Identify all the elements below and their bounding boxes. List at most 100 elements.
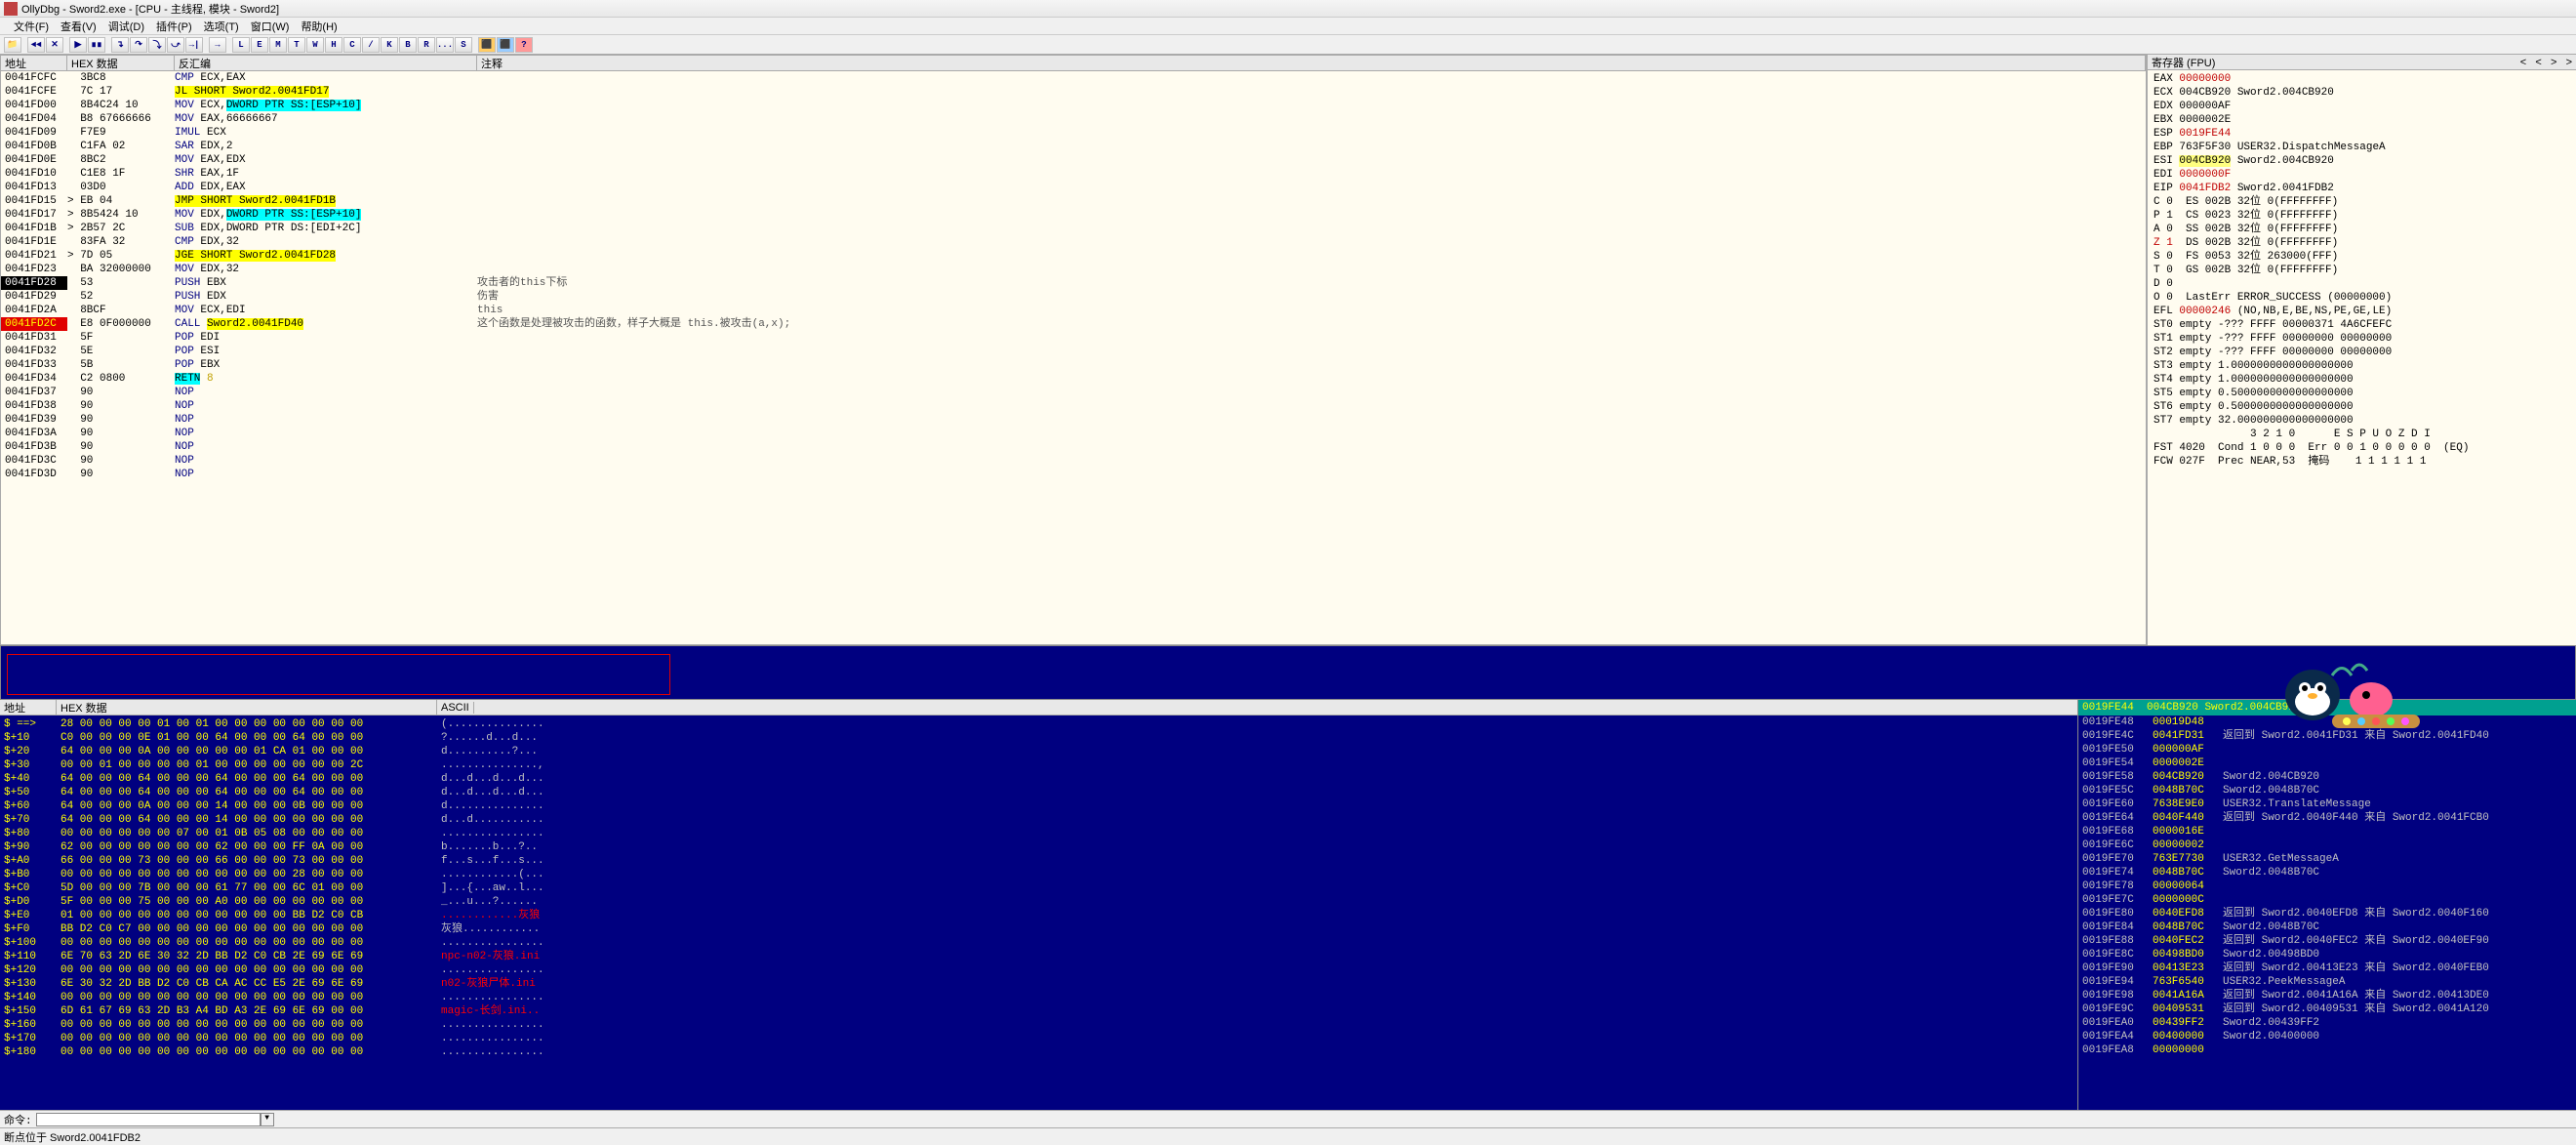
register-line[interactable]: ST5 empty 0.5000000000000000000 (2153, 387, 2570, 400)
disasm-row[interactable]: 0041FD0E 8BC2MOV EAX,EDX (1, 153, 2146, 167)
hex-row[interactable]: $+D05F 00 00 00 75 00 00 00 A0 00 00 00 … (4, 895, 2073, 909)
registers-body[interactable]: EAX 00000000ECX 004CB920 Sword2.004CB920… (2148, 70, 2576, 470)
hex-row[interactable]: $+1306E 30 32 2D BB D2 C0 CB CA AC CC E5… (4, 977, 2073, 991)
hex-row[interactable]: $ ==>28 00 00 00 00 01 00 01 00 00 00 00… (4, 717, 2073, 731)
disasm-row[interactable]: 0041FD10 C1E8 1FSHR EAX,1F (1, 167, 2146, 181)
hex-row[interactable]: $+E001 00 00 00 00 00 00 00 00 00 00 00 … (4, 909, 2073, 922)
register-line[interactable]: EDX 000000AF (2153, 100, 2570, 113)
tb-restart-icon[interactable]: ◄◄ (27, 37, 45, 53)
disasm-row[interactable]: 0041FD2C E8 0F000000CALL Sword2.0041FD40… (1, 317, 2146, 331)
tb-references[interactable]: R (418, 37, 435, 53)
hex-row[interactable]: $+3000 00 01 00 00 00 00 01 00 00 00 00 … (4, 758, 2073, 772)
hex-row[interactable]: $+A066 00 00 00 73 00 00 00 66 00 00 00 … (4, 854, 2073, 868)
stack-row[interactable]: 0019FE58004CB920Sword2.004CB920 (2082, 770, 2572, 784)
tb-cpu[interactable]: C (343, 37, 361, 53)
disasm-row[interactable]: 0041FD2A 8BCFMOV ECX,EDIthis (1, 304, 2146, 317)
hex-col-addr[interactable]: 地址 (0, 700, 57, 716)
stack-row[interactable]: 0019FEA800000000 (2082, 1043, 2572, 1057)
disasm-row[interactable]: 0041FD3C 90NOP (1, 454, 2146, 468)
disasm-row[interactable]: 0041FD29 52PUSH EDX伤害 (1, 290, 2146, 304)
disasm-row[interactable]: 0041FD32 5EPOP ESI (1, 345, 2146, 358)
hex-row[interactable]: $+4064 00 00 00 64 00 00 00 64 00 00 00 … (4, 772, 2073, 786)
register-line[interactable]: ST2 empty -??? FFFF 00000000 00000000 (2153, 346, 2570, 359)
register-line[interactable]: O 0 LastErr ERROR_SUCCESS (00000000) (2153, 291, 2570, 305)
register-line[interactable]: S 0 FS 0053 32位 263000(FFF) (2153, 250, 2570, 264)
register-line[interactable]: EBX 0000002E (2153, 113, 2570, 127)
stack-row[interactable]: 0019FE7C0000000C (2082, 893, 2572, 907)
stack-row[interactable]: 0019FE50000000AF (2082, 743, 2572, 757)
hex-row[interactable]: $+7064 00 00 00 64 00 00 00 14 00 00 00 … (4, 813, 2073, 827)
stack-row[interactable]: 0019FE5C0048B70CSword2.0048B70C (2082, 784, 2572, 797)
register-line[interactable]: D 0 (2153, 277, 2570, 291)
stack-row[interactable]: 0019FE640040F440返回到 Sword2.0040F440 来自 S… (2082, 811, 2572, 825)
stack-row[interactable]: 0019FEA400400000Sword2.00400000 (2082, 1030, 2572, 1043)
register-line[interactable]: ST4 empty 1.0000000000000000000 (2153, 373, 2570, 387)
register-line[interactable]: T 0 GS 002B 32位 0(FFFFFFFF) (2153, 264, 2570, 277)
disasm-row[interactable]: 0041FD23 BA 32000000MOV EDX,32 (1, 263, 2146, 276)
register-line[interactable]: ESI 004CB920 Sword2.004CB920 (2153, 154, 2570, 168)
tb-log[interactable]: L (232, 37, 250, 53)
register-line[interactable]: ST1 empty -??? FFFF 00000000 00000000 (2153, 332, 2570, 346)
disasm-row[interactable]: 0041FD3D 90NOP (1, 468, 2146, 481)
menu-options[interactable]: 选项(T) (204, 19, 239, 34)
stack-row[interactable]: 0019FE740048B70CSword2.0048B70C (2082, 866, 2572, 879)
col-address[interactable]: 地址 (1, 56, 67, 71)
disasm-row[interactable]: 0041FD31 5FPOP EDI (1, 331, 2146, 345)
menu-bar[interactable]: 文件(F) 查看(V) 调试(D) 插件(P) 选项(T) 窗口(W) 帮助(H… (0, 18, 2576, 35)
stack-header-row[interactable]: 0019FE44 004CB920 Sword2.004CB920 (2078, 700, 2576, 716)
stack-row[interactable]: 0019FEA000439FF2Sword2.00439FF2 (2082, 1016, 2572, 1030)
disasm-row[interactable]: 0041FD33 5BPOP EBX (1, 358, 2146, 372)
tb-patches[interactable]: / (362, 37, 380, 53)
menu-help[interactable]: 帮助(H) (301, 19, 337, 34)
stack-row[interactable]: 0019FE607638E9E0USER32.TranslateMessage (2082, 797, 2572, 811)
disasm-row[interactable]: 0041FD34 C2 0800RETN 8 (1, 372, 2146, 386)
stack-row[interactable]: 0019FE6C00000002 (2082, 838, 2572, 852)
register-line[interactable]: ST3 empty 1.0000000000000000000 (2153, 359, 2570, 373)
stack-row[interactable]: 0019FE8C00498BD0Sword2.00498BD0 (2082, 948, 2572, 961)
tb-memory[interactable]: M (269, 37, 287, 53)
disasm-row[interactable]: 0041FD28 53PUSH EBX攻击者的this下标 (1, 276, 2146, 290)
col-disasm[interactable]: 反汇编 (175, 56, 477, 71)
tb-handles[interactable]: H (325, 37, 342, 53)
tb-pause-icon[interactable]: ∎∎ (88, 37, 105, 53)
tb-open-icon[interactable]: 📁 (4, 37, 21, 53)
disasm-row[interactable]: 0041FD3B 90NOP (1, 440, 2146, 454)
disasm-row[interactable]: 0041FD09 F7E9IMUL ECX (1, 126, 2146, 140)
hex-row[interactable]: $+17000 00 00 00 00 00 00 00 00 00 00 00… (4, 1032, 2073, 1045)
stack-row[interactable]: 0019FE94763F6540USER32.PeekMessageA (2082, 975, 2572, 989)
register-line[interactable]: ST0 empty -??? FFFF 00000371 4A6CFEFC (2153, 318, 2570, 332)
tb-traceinto-icon[interactable]: ⤵ (148, 37, 166, 53)
register-line[interactable]: C 0 ES 002B 32位 0(FFFFFFFF) (2153, 195, 2570, 209)
tb-traceover-icon[interactable]: ⤻ (167, 37, 184, 53)
hex-row[interactable]: $+1506D 61 67 69 63 2D B3 A4 BD A3 2E 69… (4, 1004, 2073, 1018)
disasm-row[interactable]: 0041FD3A 90NOP (1, 427, 2146, 440)
tb-stepover-icon[interactable]: ↷ (130, 37, 147, 53)
disassembly-pane[interactable]: 地址 HEX 数据 反汇编 注释 0041FCFC 3BC8CMP ECX,EA… (1, 56, 2146, 644)
register-line[interactable]: EBP 763F5F30 USER32.DispatchMessageA (2153, 141, 2570, 154)
disasm-row[interactable]: 0041FD37 90NOP (1, 386, 2146, 399)
disasm-row[interactable]: 0041FD39 90NOP (1, 413, 2146, 427)
tb-close-icon[interactable]: ✕ (46, 37, 63, 53)
tb-goto-icon[interactable]: → (209, 37, 226, 53)
stack-body[interactable]: 0019FE4800019D480019FE4C0041FD31返回到 Swor… (2078, 716, 2576, 1057)
menu-view[interactable]: 查看(V) (60, 19, 97, 34)
hex-row[interactable]: $+5064 00 00 00 64 00 00 00 64 00 00 00 … (4, 786, 2073, 799)
hexdump-pane[interactable]: 地址 HEX 数据 ASCII $ ==>28 00 00 00 00 01 0… (0, 700, 2078, 1110)
tb-runtrace[interactable]: ... (436, 37, 454, 53)
menu-file[interactable]: 文件(F) (14, 19, 49, 34)
register-line[interactable]: P 1 CS 0023 32位 0(FFFFFFFF) (2153, 209, 2570, 223)
disasm-row[interactable]: 0041FD00 8B4C24 10MOV ECX,DWORD PTR SS:[… (1, 99, 2146, 112)
disasm-row[interactable]: 0041FD38 90NOP (1, 399, 2146, 413)
registers-header[interactable]: 寄存器 (FPU) < < > > (2148, 55, 2576, 70)
disasm-row[interactable]: 0041FD1E 83FA 32CMP EDX,32 (1, 235, 2146, 249)
stack-row[interactable]: 0019FE540000002E (2082, 757, 2572, 770)
stack-row[interactable]: 0019FE7800000064 (2082, 879, 2572, 893)
register-line[interactable]: 3 2 1 0 E S P U O Z D I (2153, 428, 2570, 441)
tb-stepinto-icon[interactable]: ↴ (111, 37, 129, 53)
disasm-row[interactable]: 0041FD13 03D0ADD EDX,EAX (1, 181, 2146, 194)
hex-row[interactable]: $+8000 00 00 00 00 00 07 00 01 0B 05 08 … (4, 827, 2073, 840)
register-line[interactable]: A 0 SS 002B 32位 0(FFFFFFFF) (2153, 223, 2570, 236)
register-line[interactable]: ECX 004CB920 Sword2.004CB920 (2153, 86, 2570, 100)
hex-row[interactable]: $+12000 00 00 00 00 00 00 00 00 00 00 00… (4, 963, 2073, 977)
stack-row[interactable]: 0019FE880040FEC2返回到 Sword2.0040FEC2 来自 S… (2082, 934, 2572, 948)
